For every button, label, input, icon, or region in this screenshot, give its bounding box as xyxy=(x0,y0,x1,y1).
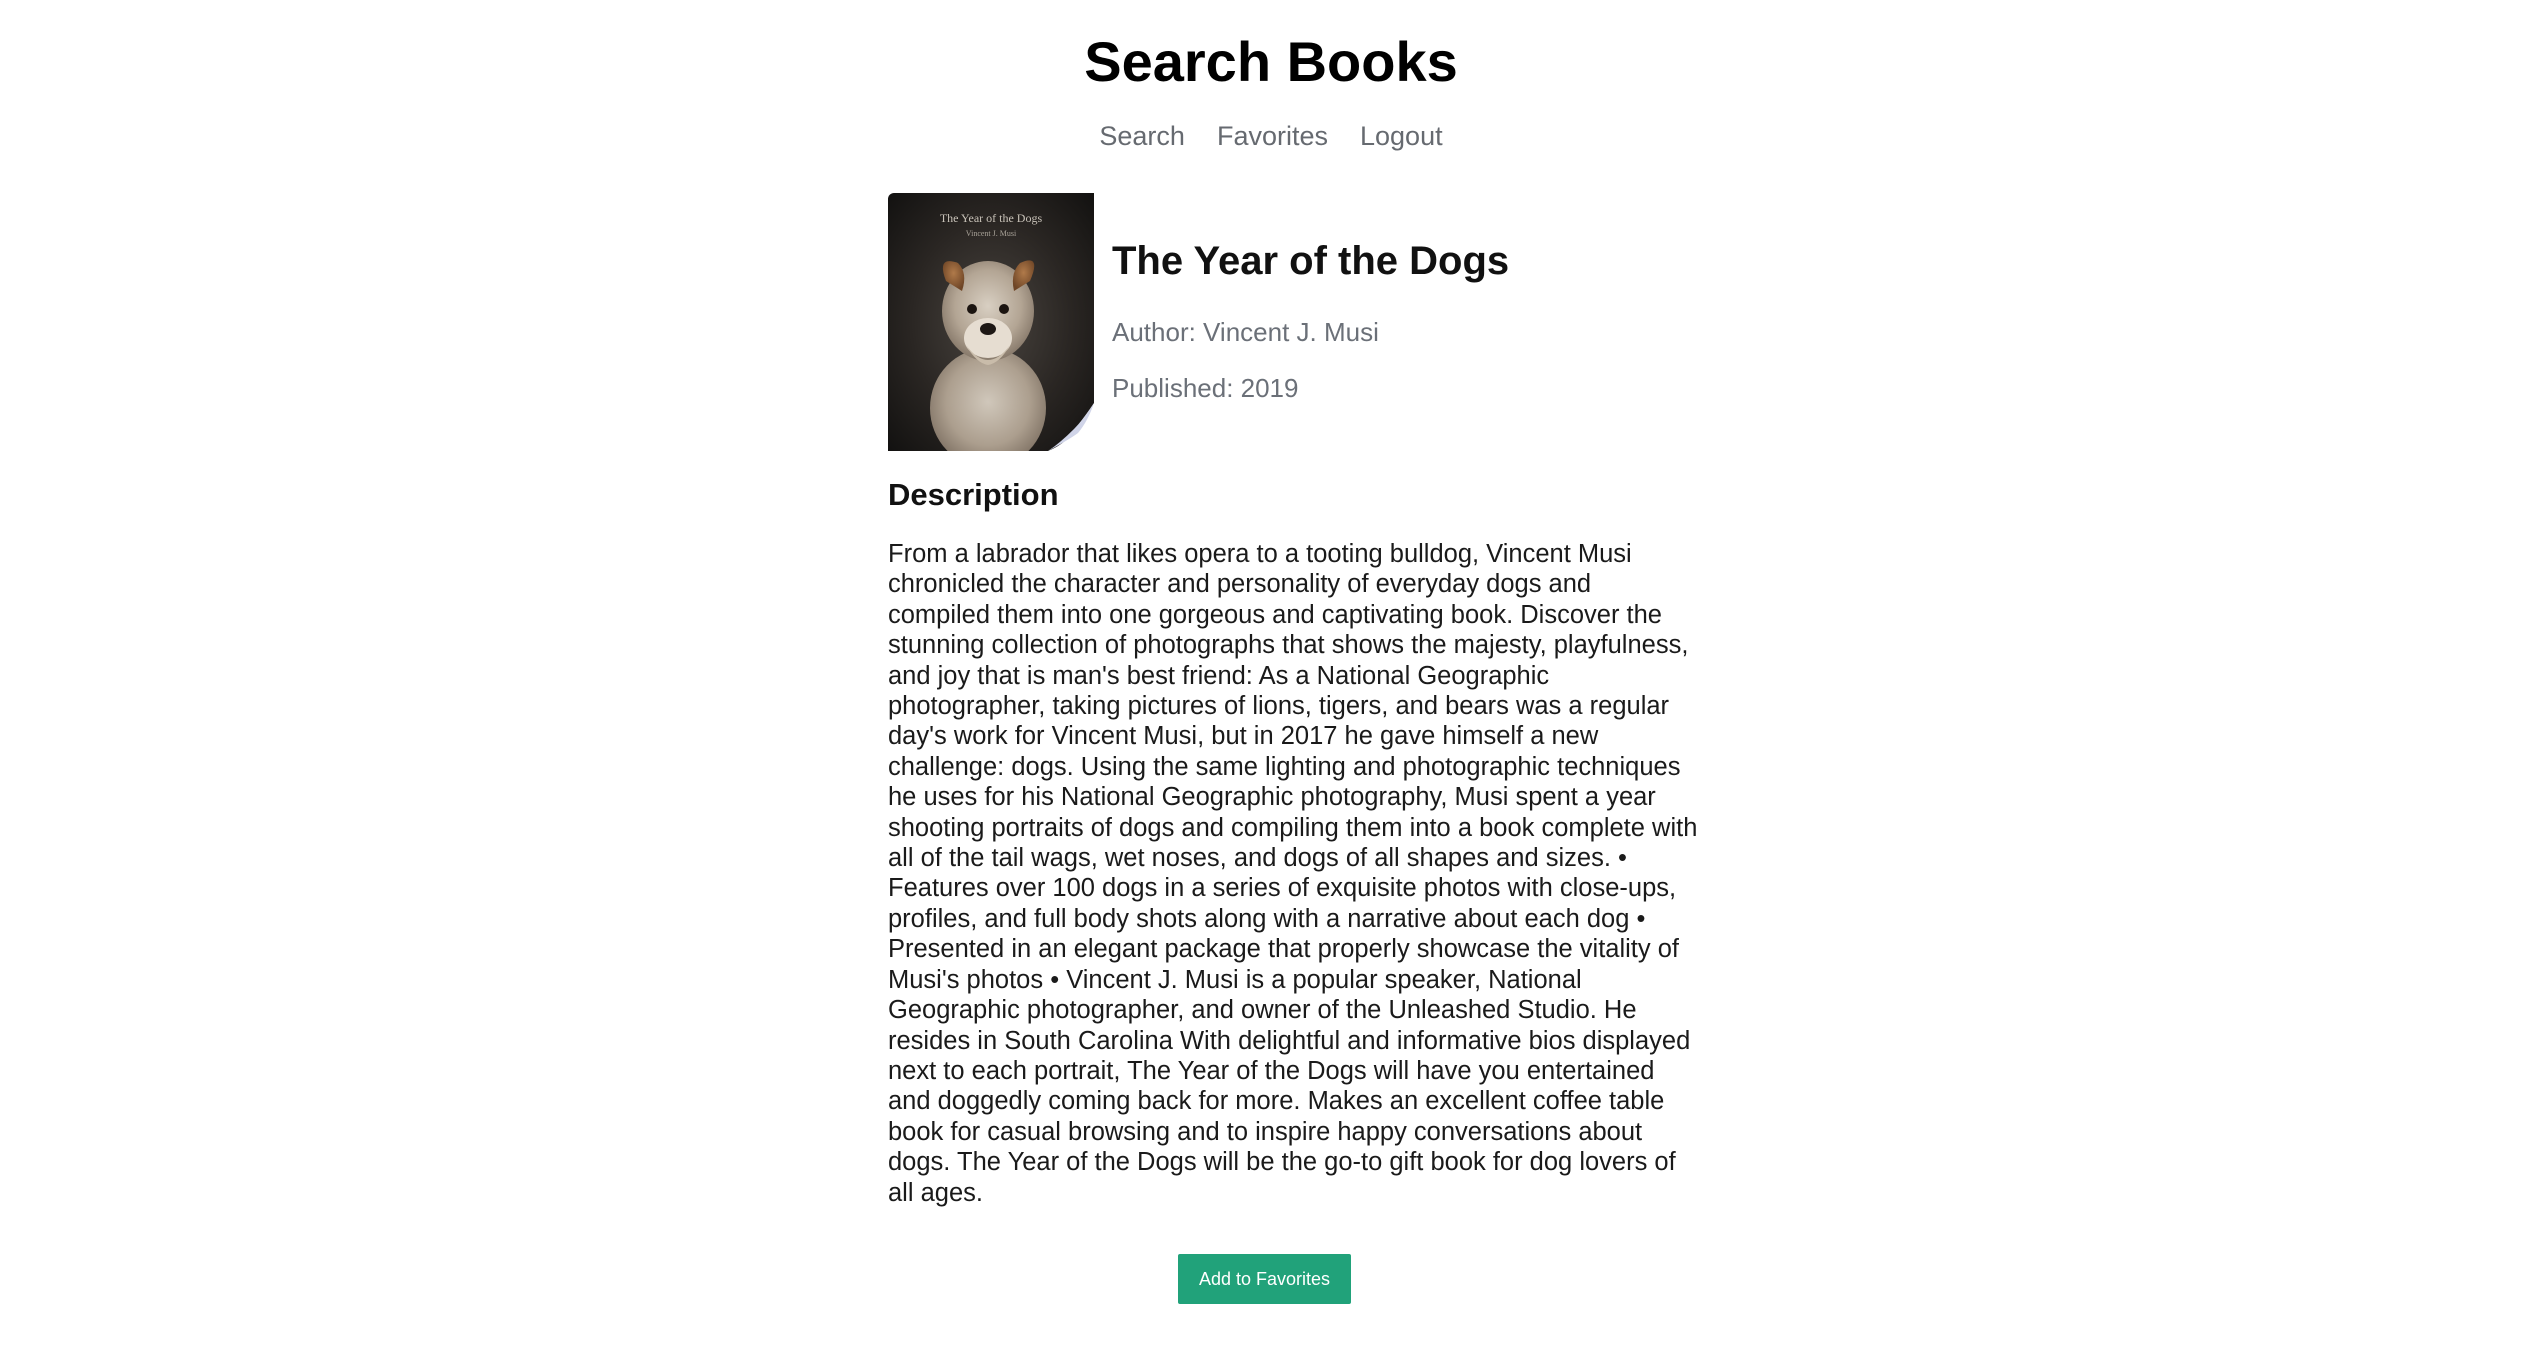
nav-link-search[interactable]: Search xyxy=(1099,116,1185,156)
actions: Add to Favorites xyxy=(0,1254,2542,1304)
nav-link-logout[interactable]: Logout xyxy=(1360,116,1443,156)
book-header: The Year of the Dogs Vincent J. Musi The… xyxy=(888,193,1698,451)
page: Search Books Search Favorites Logout The… xyxy=(0,0,2542,1358)
cover-title: The Year of the Dogs xyxy=(939,211,1043,225)
top-nav: Search Favorites Logout xyxy=(0,116,2542,156)
book-detail: The Year of the Dogs Vincent J. Musi The… xyxy=(888,193,1698,1208)
app-title: Search Books xyxy=(1084,30,1458,93)
description-heading: Description xyxy=(888,477,1059,512)
book-title: The Year of the Dogs xyxy=(1112,239,1510,283)
nav-link-favorites[interactable]: Favorites xyxy=(1217,116,1328,156)
add-to-favorites-button[interactable]: Add to Favorites xyxy=(1177,1254,1352,1304)
book-published: Published: 2019 xyxy=(1112,373,1299,403)
description-text: From a labrador that likes opera to a to… xyxy=(888,540,1698,1207)
book-cover-image: The Year of the Dogs Vincent J. Musi xyxy=(888,193,1094,451)
cover-author: Vincent J. Musi xyxy=(965,229,1017,238)
book-author: Author: Vincent J. Musi xyxy=(1112,317,1379,347)
book-meta: The Year of the Dogs Author: Vincent J. … xyxy=(1112,193,1509,427)
